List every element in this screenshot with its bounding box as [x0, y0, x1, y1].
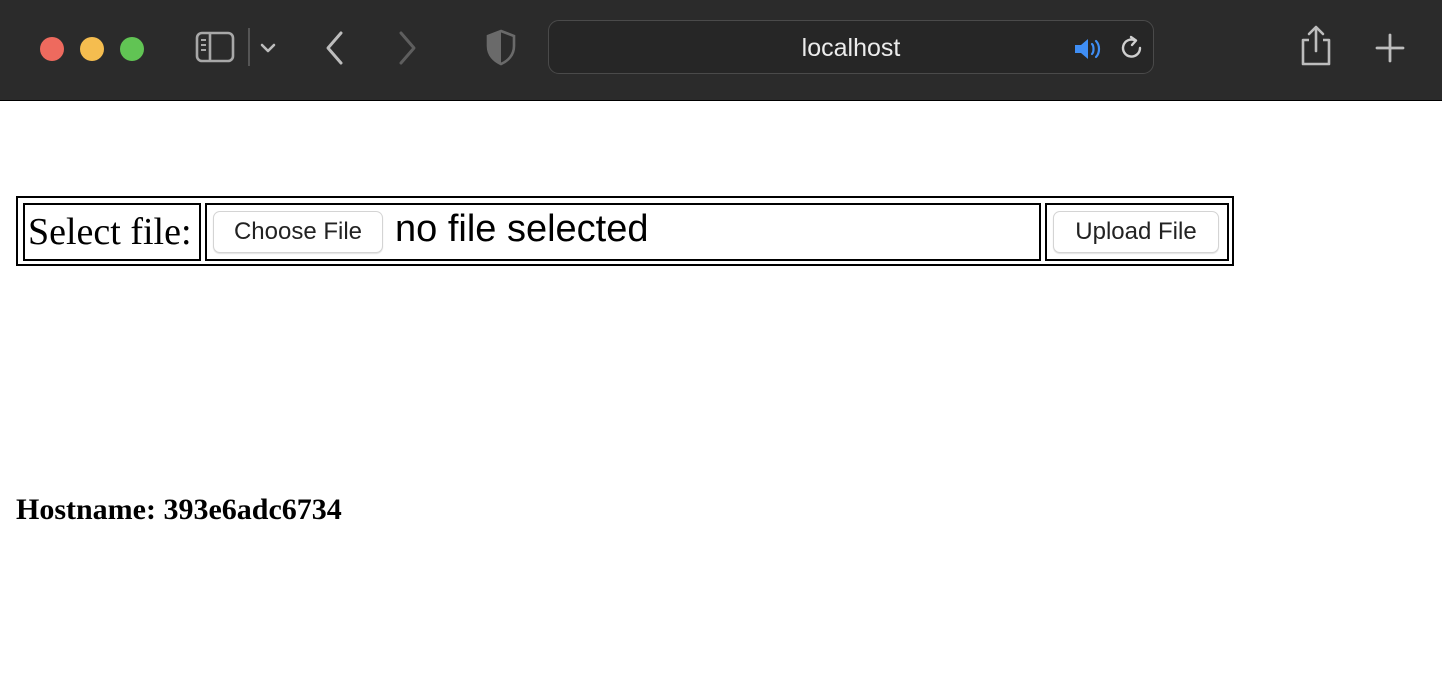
toolbar-divider [248, 28, 250, 66]
browser-toolbar: localhost [0, 0, 1442, 101]
close-window-button[interactable] [40, 37, 64, 61]
choose-file-button[interactable]: Choose File [213, 211, 383, 253]
minimize-window-button[interactable] [80, 37, 104, 61]
upload-cell: Upload File [1045, 203, 1229, 261]
select-file-label: Select file: [23, 203, 201, 261]
privacy-shield-icon[interactable] [485, 28, 517, 66]
upload-form-table: Select file: Choose File no file selecte… [16, 196, 1234, 266]
file-input-cell: Choose File no file selected [205, 203, 1041, 261]
hostname-heading: Hostname: 393e6adc6734 [16, 493, 342, 526]
chevron-down-icon[interactable] [258, 38, 278, 58]
zoom-window-button[interactable] [120, 37, 144, 61]
file-status-text: no file selected [395, 208, 649, 250]
reload-icon[interactable] [1118, 34, 1146, 62]
back-icon[interactable] [322, 30, 348, 66]
share-icon[interactable] [1298, 24, 1334, 68]
new-tab-icon[interactable] [1374, 32, 1406, 64]
speaker-icon[interactable] [1072, 35, 1104, 63]
sidebar-icon[interactable] [195, 30, 235, 64]
upload-file-button[interactable]: Upload File [1053, 211, 1219, 253]
address-bar[interactable]: localhost [548, 20, 1154, 74]
forward-icon[interactable] [394, 30, 420, 66]
address-text: localhost [801, 34, 901, 62]
